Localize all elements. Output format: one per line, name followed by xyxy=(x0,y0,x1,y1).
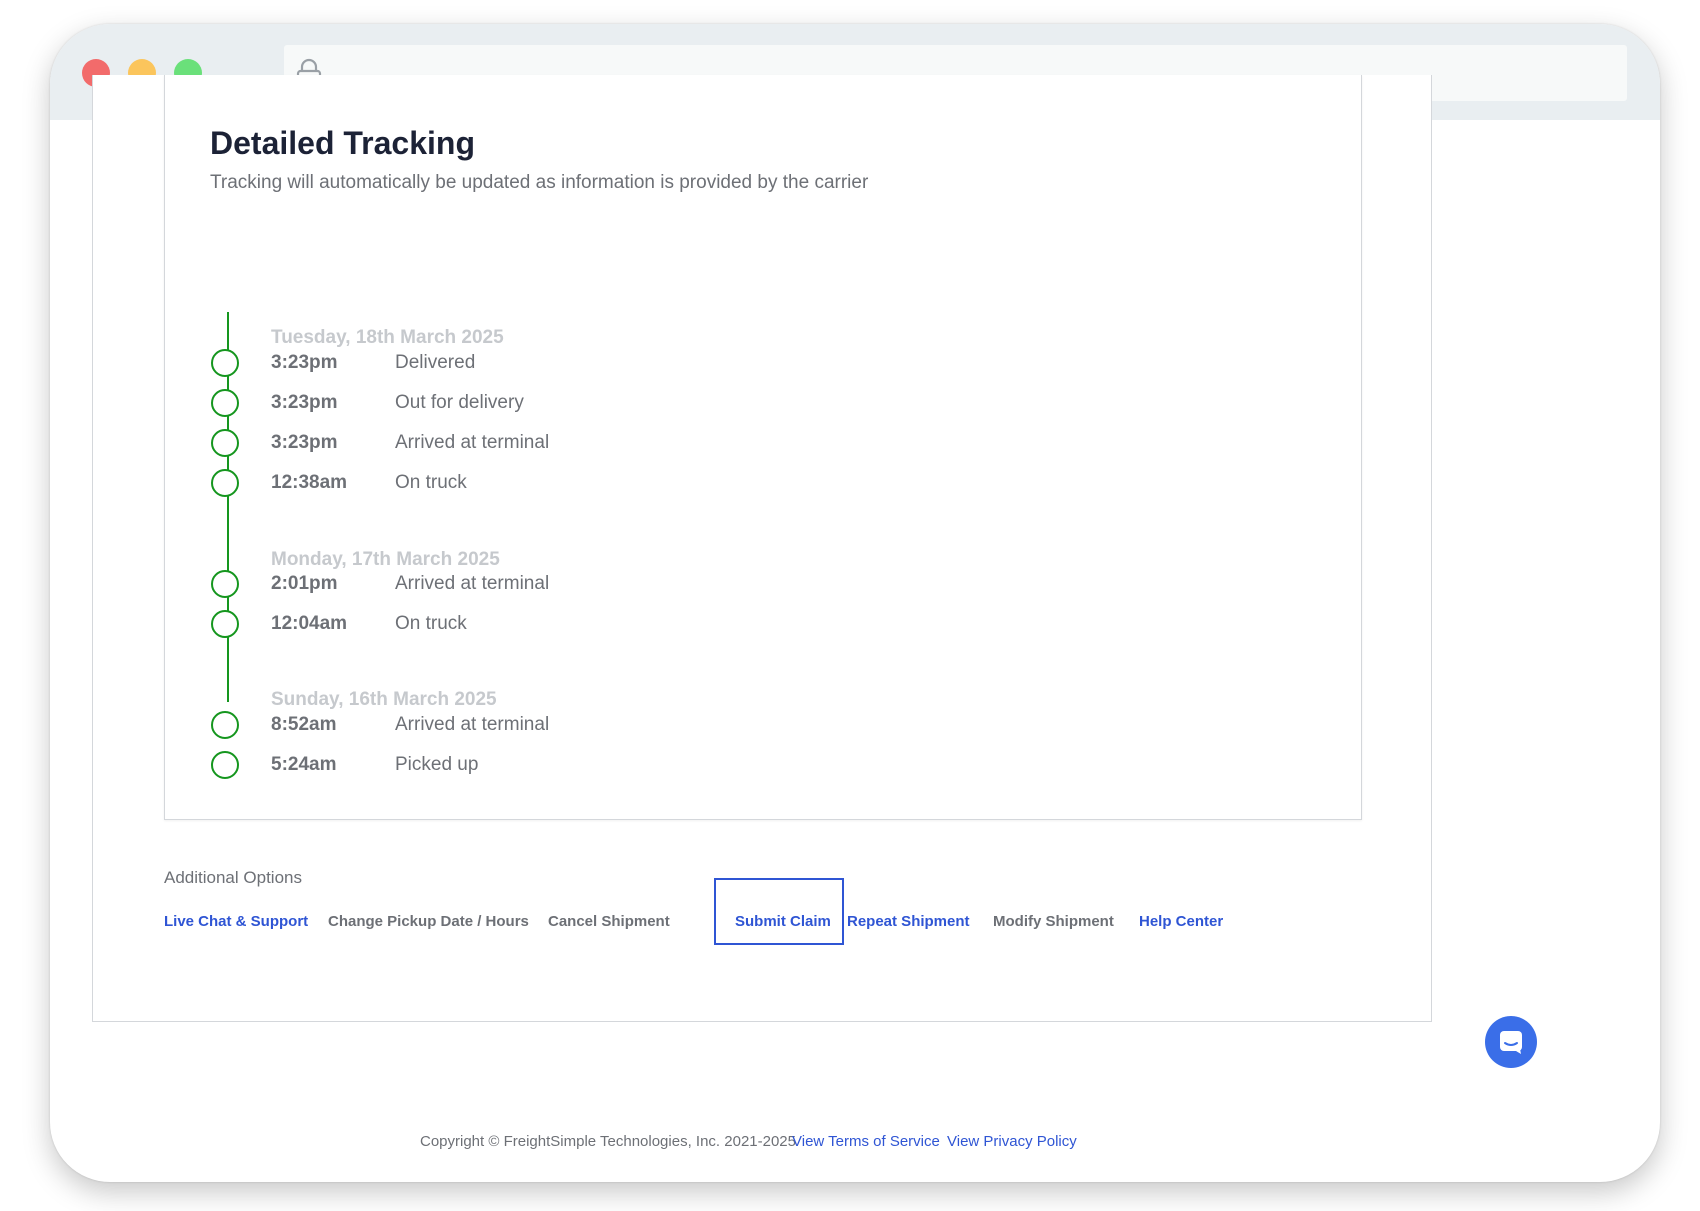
event-time: 2:01pm xyxy=(271,573,338,594)
repeat-shipment-link[interactable]: Repeat Shipment xyxy=(847,913,970,930)
tracking-event: 2:01pm Arrived at terminal xyxy=(211,570,711,600)
tracking-event: 12:38am On truck xyxy=(211,469,711,499)
date-header: Tuesday, 18th March 2025 xyxy=(271,327,504,348)
additional-options-label: Additional Options xyxy=(164,868,302,887)
timeline-node-icon xyxy=(211,429,239,457)
event-description: Arrived at terminal xyxy=(395,714,550,735)
timeline-node-icon xyxy=(211,610,239,638)
event-description: On truck xyxy=(395,472,467,493)
event-time: 12:38am xyxy=(271,472,348,493)
event-description: Out for delivery xyxy=(395,392,524,413)
chat-icon xyxy=(1500,1031,1522,1054)
terms-of-service-link[interactable]: View Terms of Service xyxy=(792,1133,940,1150)
copyright-text: Copyright © FreightSimple Technologies, … xyxy=(420,1133,796,1150)
tracking-event: 3:23pm Out for delivery xyxy=(211,389,711,419)
privacy-policy-link[interactable]: View Privacy Policy xyxy=(947,1133,1077,1150)
timeline-node-icon xyxy=(211,711,239,739)
timeline-node-icon xyxy=(211,751,239,779)
submit-claim-highlight xyxy=(714,878,844,945)
timeline-node-icon xyxy=(211,570,239,598)
tracking-subtitle: Tracking will automatically be updated a… xyxy=(210,172,869,193)
tracking-title: Detailed Tracking xyxy=(210,125,475,161)
tracking-event: 12:04am On truck xyxy=(211,610,711,640)
event-time: 5:24am xyxy=(271,754,337,775)
event-description: On truck xyxy=(395,613,467,634)
event-description: Arrived at terminal xyxy=(395,432,550,453)
date-header: Sunday, 16th March 2025 xyxy=(271,689,497,710)
event-time: 12:04am xyxy=(271,613,348,634)
change-pickup-date-link[interactable]: Change Pickup Date / Hours xyxy=(328,913,529,930)
help-center-link[interactable]: Help Center xyxy=(1139,913,1223,930)
tracking-event: 8:52am Arrived at terminal xyxy=(211,711,711,741)
event-description: Delivered xyxy=(395,352,476,373)
tracking-card: Detailed Tracking Tracking will automati… xyxy=(164,75,1362,820)
timeline-node-icon xyxy=(211,389,239,417)
event-description: Arrived at terminal xyxy=(395,573,550,594)
live-chat-support-link[interactable]: Live Chat & Support xyxy=(164,913,308,930)
modify-shipment-link[interactable]: Modify Shipment xyxy=(993,913,1114,930)
event-time: 3:23pm xyxy=(271,432,338,453)
event-time: 3:23pm xyxy=(271,392,338,413)
tracking-event: 3:23pm Arrived at terminal xyxy=(211,429,711,459)
timeline-node-icon xyxy=(211,469,239,497)
tracking-event: 5:24am Picked up xyxy=(211,751,711,781)
event-time: 8:52am xyxy=(271,714,337,735)
date-header: Monday, 17th March 2025 xyxy=(271,549,500,570)
cancel-shipment-link[interactable]: Cancel Shipment xyxy=(548,913,670,930)
tracking-event: 3:23pm Delivered xyxy=(211,349,711,379)
timeline-node-icon xyxy=(211,349,239,377)
submit-claim-link[interactable]: Submit Claim xyxy=(735,913,831,930)
event-description: Picked up xyxy=(395,754,479,775)
chat-launcher-button[interactable] xyxy=(1485,1016,1537,1068)
event-time: 3:23pm xyxy=(271,352,338,373)
